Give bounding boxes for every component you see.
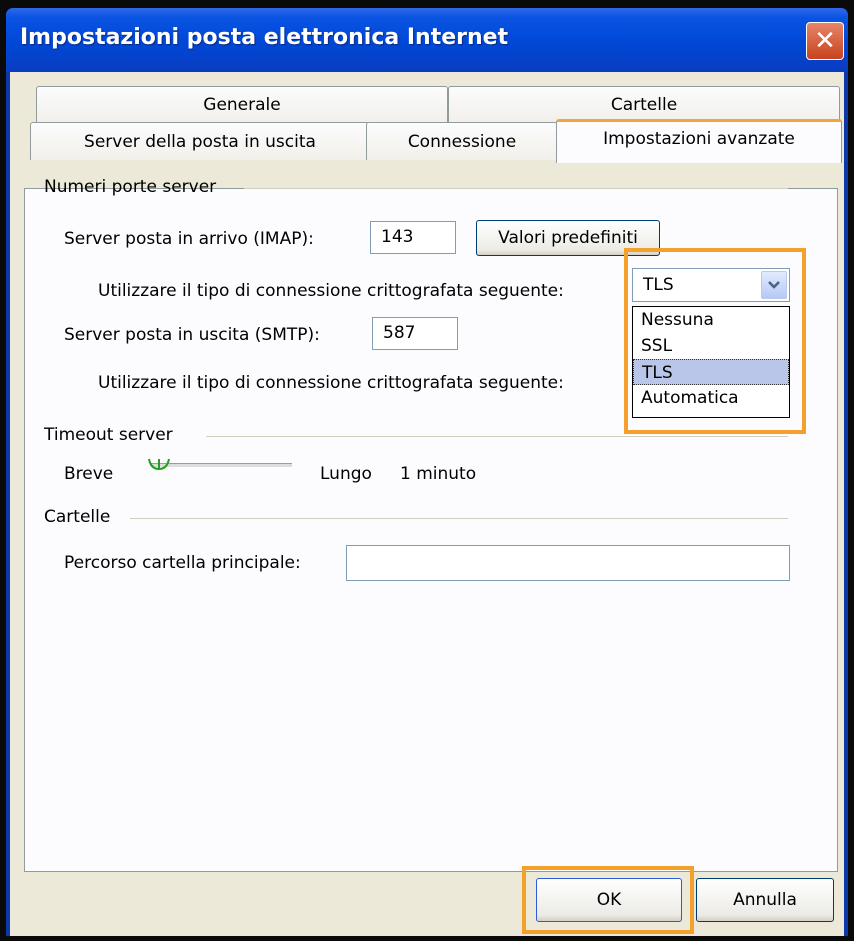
highlight-frame-ok: [522, 866, 694, 934]
ports-group-divider: [244, 188, 788, 189]
highlight-frame-encryption: [624, 248, 806, 434]
ports-group-label: Numeri porte server: [44, 177, 217, 197]
incoming-port-input[interactable]: 143: [370, 221, 456, 254]
timeout-value: 1 minuto: [400, 464, 477, 484]
timeout-slider-thumb[interactable]: [148, 455, 170, 477]
timeout-long-label: Lungo: [320, 464, 372, 484]
outgoing-encryption-label: Utilizzare il tipo di connessione critto…: [98, 373, 564, 393]
folders-group-divider: [130, 518, 788, 519]
folders-group-label: Cartelle: [44, 507, 111, 527]
outgoing-port-input[interactable]: 587: [372, 317, 458, 350]
outgoing-port-label: Server posta in uscita (SMTP):: [64, 325, 320, 345]
timeout-group-label: Timeout server: [44, 425, 173, 445]
panel-content: Numeri porte server Server posta in arri…: [0, 0, 854, 941]
timeout-group-divider: [206, 436, 788, 437]
cancel-button[interactable]: Annulla: [696, 878, 834, 922]
root-path-label: Percorso cartella principale:: [64, 553, 301, 573]
incoming-port-label: Server posta in arrivo (IMAP):: [64, 229, 314, 249]
timeout-short-label: Breve: [64, 464, 114, 484]
timeout-slider-track[interactable]: [150, 463, 292, 468]
incoming-encryption-label: Utilizzare il tipo di connessione critto…: [98, 281, 564, 301]
root-path-input[interactable]: [346, 545, 790, 581]
